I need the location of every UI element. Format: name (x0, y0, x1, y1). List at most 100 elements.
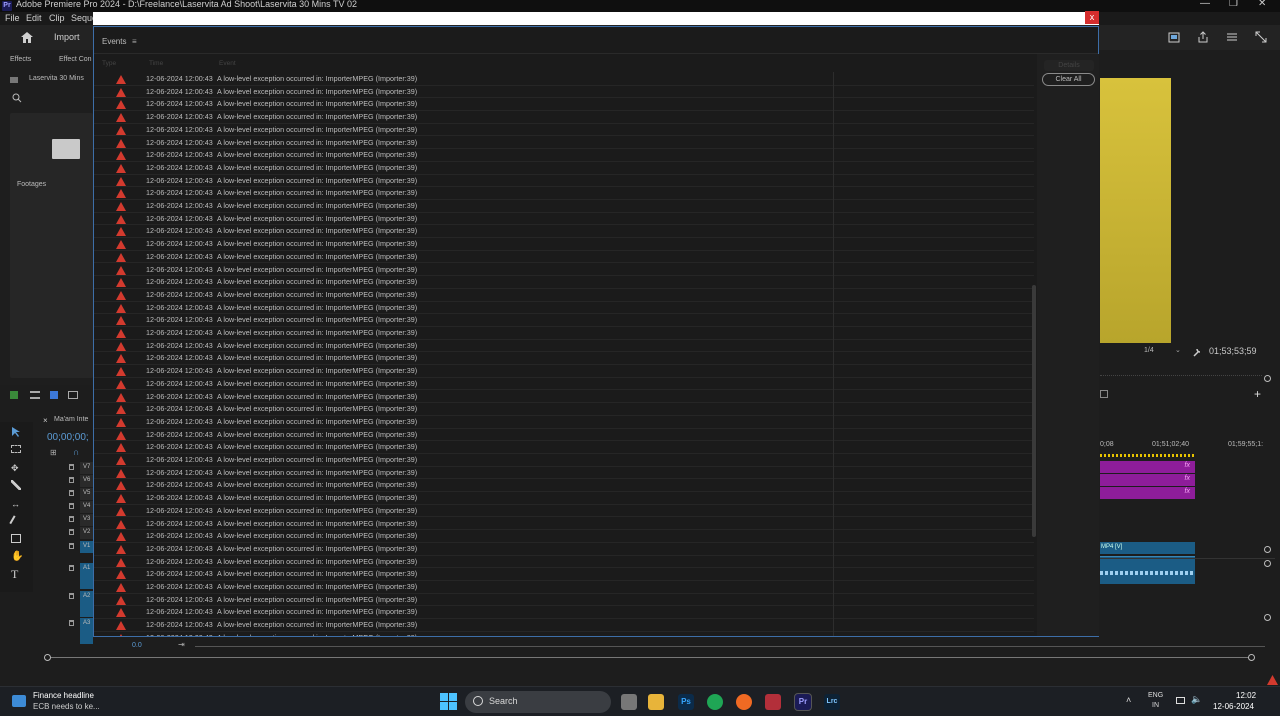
video-clip-v1[interactable]: MP4 [V] (1100, 542, 1195, 554)
menu-edit[interactable]: Edit (26, 13, 42, 23)
firefox-icon[interactable] (736, 694, 752, 710)
event-row[interactable]: 12-06-2024 12:00:43 A low-level exception… (94, 200, 1034, 213)
fullscreen-icon[interactable] (1255, 31, 1267, 43)
event-row[interactable]: 12-06-2024 12:00:43 A low-level exception… (94, 289, 1034, 302)
news-widget-icon[interactable] (12, 695, 26, 707)
track-scroll-handle[interactable] (1264, 546, 1271, 553)
track-label-v1[interactable]: V1 (80, 541, 93, 553)
premiere-pro-icon[interactable]: Pr (794, 693, 812, 711)
event-row[interactable]: 12-06-2024 12:00:43 A low-level exception… (94, 391, 1034, 404)
zoom-select[interactable]: 1/4 (1144, 347, 1154, 354)
clear-all-button[interactable]: Clear All (1042, 73, 1095, 86)
share-icon[interactable] (1197, 31, 1209, 43)
event-row[interactable]: 12-06-2024 12:00:43 A low-level exception… (94, 251, 1034, 264)
menu-file[interactable]: File (5, 13, 20, 23)
column-type[interactable]: Type (102, 60, 116, 67)
photoshop-icon[interactable]: Ps (678, 694, 694, 710)
event-row[interactable]: 12-06-2024 12:00:43 A low-level exception… (94, 137, 1034, 150)
export-frame-icon[interactable] (1100, 390, 1108, 398)
event-row[interactable]: 12-06-2024 12:00:43 A low-level exception… (94, 454, 1034, 467)
clock-time[interactable]: 12:02 (1236, 691, 1256, 700)
lock-icon[interactable] (69, 464, 74, 470)
track-label-v7[interactable]: V7 (80, 462, 93, 474)
event-row[interactable]: 12-06-2024 12:00:43 A low-level exception… (94, 73, 1034, 86)
event-row[interactable]: 12-06-2024 12:00:43 A low-level exception… (94, 111, 1034, 124)
whatsapp-icon[interactable] (707, 694, 723, 710)
list-view-icon[interactable] (30, 391, 40, 399)
news-title[interactable]: Finance headline (33, 691, 94, 700)
file-explorer-icon[interactable] (648, 694, 664, 710)
event-row[interactable]: 12-06-2024 12:00:43 A low-level exception… (94, 619, 1034, 632)
taskbar-search[interactable]: Search (465, 691, 611, 713)
event-row[interactable]: 12-06-2024 12:00:43 A low-level exception… (94, 403, 1034, 416)
event-row[interactable]: 12-06-2024 12:00:43 A low-level exception… (94, 149, 1034, 162)
event-row[interactable]: 12-06-2024 12:00:43 A low-level exception… (94, 479, 1034, 493)
lock-icon[interactable] (69, 477, 74, 483)
lock-icon[interactable] (69, 620, 74, 626)
details-button[interactable]: Details (1044, 60, 1094, 71)
event-row[interactable]: 12-06-2024 12:00:43 A low-level exception… (94, 175, 1034, 188)
event-row[interactable]: 12-06-2024 12:00:43 A low-level exception… (94, 632, 1034, 636)
icon-view-icon[interactable] (50, 391, 58, 399)
event-row[interactable]: 12-06-2024 12:00:43 A low-level exception… (94, 518, 1034, 531)
zoom-value[interactable]: 0.0 (132, 642, 142, 649)
magnet-icon[interactable]: ∩ (73, 447, 79, 457)
event-row[interactable]: 12-06-2024 12:00:43 A low-level exception… (94, 594, 1034, 607)
lock-icon[interactable] (69, 543, 74, 549)
track-label-v2[interactable]: V2 (80, 527, 93, 539)
search-icon[interactable] (12, 93, 22, 103)
event-row[interactable]: 12-06-2024 12:00:43 A low-level exception… (94, 302, 1034, 315)
events-scrollbar[interactable] (1032, 285, 1036, 537)
event-row[interactable]: 12-06-2024 12:00:43 A low-level exception… (94, 492, 1034, 505)
video-clip[interactable]: fx (1100, 487, 1195, 499)
event-row[interactable]: 12-06-2024 12:00:43 A low-level exception… (94, 467, 1034, 480)
track-label-v6[interactable]: V6 (80, 475, 93, 487)
column-time[interactable]: Time (149, 60, 163, 67)
lock-icon[interactable] (69, 529, 74, 535)
slip-tool-icon[interactable]: ↔ (11, 499, 20, 509)
track-label-a2[interactable]: A2 (80, 591, 93, 617)
track-scroll-handle[interactable] (1264, 614, 1271, 621)
lock-icon[interactable] (69, 565, 74, 571)
event-row[interactable]: 12-06-2024 12:00:43 A low-level exception… (94, 264, 1034, 277)
track-label-v3[interactable]: V3 (80, 514, 93, 526)
network-icon[interactable] (1176, 697, 1185, 704)
menu-icon[interactable] (1226, 32, 1238, 42)
wrench-icon[interactable] (1192, 347, 1202, 357)
chevron-down-icon[interactable]: ⌄ (1175, 346, 1181, 354)
track-label-a3[interactable]: A3 (80, 618, 93, 644)
razor-tool-icon[interactable] (11, 480, 21, 490)
timeline-timecode[interactable]: 00;00;00; (47, 432, 89, 443)
close-button[interactable]: ✕ (1258, 0, 1266, 9)
freeform-view-icon[interactable] (68, 391, 78, 399)
scroll-end-handle[interactable] (1248, 654, 1255, 661)
import-tab[interactable]: Import (54, 32, 80, 42)
ripple-edit-icon[interactable]: ✥ (11, 463, 19, 474)
news-subtitle[interactable]: ECB needs to ke... (33, 702, 100, 711)
event-row[interactable]: 12-06-2024 12:00:43 A low-level exception… (94, 530, 1034, 543)
folder-label[interactable]: Footages (17, 181, 46, 188)
language-bottom[interactable]: IN (1152, 702, 1159, 709)
dialog-close-button[interactable]: x (1085, 11, 1099, 24)
pen-tool-icon[interactable] (9, 515, 22, 528)
audio-clip[interactable] (1100, 556, 1195, 584)
sequence-tab[interactable]: Ma'am Inte (54, 416, 88, 423)
event-row[interactable]: 12-06-2024 12:00:43 A low-level exception… (94, 187, 1034, 200)
event-row[interactable]: 12-06-2024 12:00:43 A low-level exception… (94, 340, 1034, 353)
event-row[interactable]: 12-06-2024 12:00:43 A low-level exception… (94, 276, 1034, 289)
volume-icon[interactable]: 🔈 (1191, 694, 1202, 705)
home-icon[interactable] (20, 31, 34, 44)
track-label-v4[interactable]: V4 (80, 501, 93, 513)
lightroom-classic-icon[interactable]: Lrc (824, 694, 840, 710)
selection-tool-icon[interactable] (11, 426, 21, 438)
column-event[interactable]: Event (219, 60, 236, 67)
track-label-v5[interactable]: V5 (80, 488, 93, 500)
work-area-bar[interactable] (1100, 454, 1195, 457)
event-row[interactable]: 12-06-2024 12:00:43 A low-level exception… (94, 543, 1034, 556)
close-sequence-icon[interactable]: × (43, 416, 48, 425)
lock-icon[interactable] (69, 593, 74, 599)
windows-start-icon[interactable] (440, 693, 457, 710)
event-row[interactable]: 12-06-2024 12:00:43 A low-level exception… (94, 314, 1034, 327)
video-clip[interactable]: fx (1100, 461, 1195, 473)
hand-tool-icon[interactable]: ✋ (11, 551, 23, 562)
